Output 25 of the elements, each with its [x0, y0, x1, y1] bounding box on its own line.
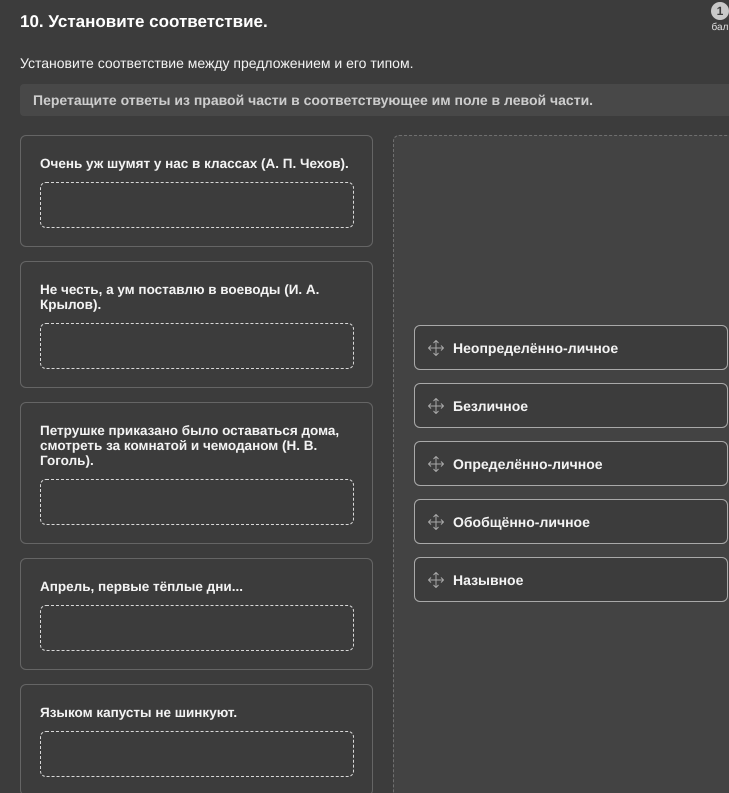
drop-field[interactable] [40, 323, 354, 369]
drop-field[interactable] [40, 479, 354, 525]
answer-option[interactable]: Назывное [414, 557, 728, 602]
instruction-banner: Перетащите ответы из правой части в соответствующее им поле в левой части. [20, 84, 729, 116]
score-label: бал [712, 22, 728, 34]
answer-option[interactable]: Безличное [414, 383, 728, 428]
question-text: Очень уж шумят у нас в классах (А. П. Чехов). [40, 155, 350, 171]
answer-option[interactable]: Определённо-личное [414, 441, 728, 486]
score-badge: 1 [711, 2, 729, 20]
question-text: Языком капусты не шинкуют. [40, 704, 238, 720]
question-text: Апрель, первые тёплые дни... [40, 578, 244, 594]
move-icon [427, 396, 445, 414]
answer-option[interactable]: Неопределённо-личное [414, 325, 728, 370]
move-icon [427, 454, 445, 472]
drop-field[interactable] [40, 182, 354, 228]
question-text: Петрушке приказано было оставаться дома, смотреть за комнатой и чемоданом (Н. В. Гоголь). [40, 422, 340, 468]
move-icon [427, 338, 445, 356]
drop-field[interactable] [40, 731, 354, 777]
task-title: 10. Установите соответствие. [20, 12, 268, 32]
drop-field[interactable] [40, 605, 354, 651]
answer-option[interactable]: Обобщённо-личное [414, 499, 728, 544]
move-icon [427, 512, 445, 530]
question-text: Не честь, а ум поставлю в воеводы (И. А. Крылов). [40, 281, 320, 312]
task-prompt: Установите соответствие между предложением и его типом. [20, 54, 414, 72]
move-icon [427, 570, 445, 588]
